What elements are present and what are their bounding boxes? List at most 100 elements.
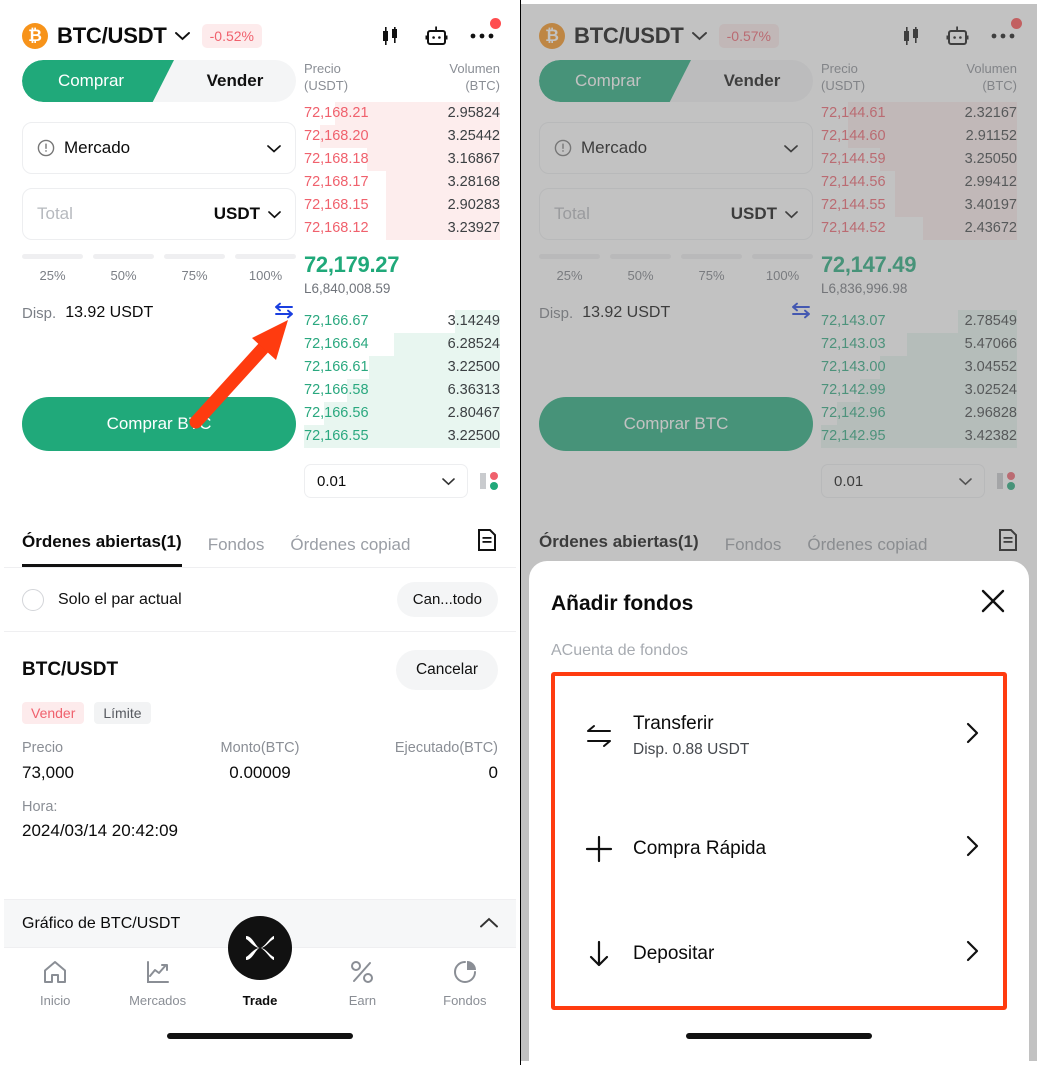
currency-select[interactable]: USDT xyxy=(731,204,798,224)
orderbook-row[interactable]: 72,166.61 3.22500 xyxy=(304,356,500,379)
cancel-order-button[interactable]: Cancelar xyxy=(395,650,498,690)
orderbook-row[interactable]: 72,166.64 6.28524 xyxy=(304,333,500,356)
percent-75[interactable]: 75% xyxy=(164,254,225,283)
tab-vender[interactable]: Vender xyxy=(691,60,813,102)
tab-vender[interactable]: Vender xyxy=(174,60,296,102)
bot-icon[interactable] xyxy=(945,24,969,48)
more-icon[interactable] xyxy=(470,18,501,48)
percent-50[interactable]: 50% xyxy=(610,254,671,283)
nav-trade[interactable]: Trade xyxy=(209,916,311,1008)
percent-50[interactable]: 50% xyxy=(93,254,154,283)
orderbook-row[interactable]: 72,143.07 2.78549 xyxy=(821,310,1017,333)
option-transferir[interactable]: Transferir Disp. 0.88 USDT xyxy=(565,707,993,765)
orderbook-row[interactable]: 72,144.61 2.32167 xyxy=(821,102,1017,125)
orderbook-bids: 72,143.07 2.78549 72,143.03 5.47066 72,143.0… xyxy=(821,310,1017,448)
nav-earn[interactable]: Earn xyxy=(311,958,413,1008)
tick-size-select[interactable]: 0.01 xyxy=(304,464,468,498)
orderbook-price: 72,144.55 xyxy=(821,197,886,213)
swap-icon[interactable] xyxy=(272,302,296,324)
order-type-select[interactable]: Mercado xyxy=(22,122,296,174)
percent-75[interactable]: 75% xyxy=(681,254,742,283)
percent-selector: 25% 50% 75% 100% xyxy=(539,254,813,283)
orderbook-row[interactable]: 72,144.60 2.91152 xyxy=(821,125,1017,148)
tab-comprar[interactable]: Comprar xyxy=(22,60,174,102)
percent-25[interactable]: 25% xyxy=(539,254,600,283)
total-input[interactable]: Total USDT xyxy=(22,188,296,240)
cancel-all-button[interactable]: Can...todo xyxy=(396,582,498,617)
chevron-right-icon xyxy=(965,940,979,968)
order-history-icon[interactable] xyxy=(476,528,498,567)
orderbook-row[interactable]: 72,166.56 2.80467 xyxy=(304,402,500,425)
percent-25[interactable]: 25% xyxy=(22,254,83,283)
orderbook-row[interactable]: 72,168.12 3.23927 xyxy=(304,217,500,240)
order-type-select[interactable]: Mercado xyxy=(539,122,813,174)
nav-inicio[interactable]: Inicio xyxy=(4,958,106,1008)
tick-size-select[interactable]: 0.01 xyxy=(821,464,985,498)
right-main-columns: Comprar Vender Mercado Total USDT 25% 50… xyxy=(521,60,1037,498)
orderbook-col-price: Precio (USDT) xyxy=(821,61,866,93)
orderbook-header: Precio (USDT) Volumen (BTC) xyxy=(304,60,500,94)
orderbook-row[interactable]: 72,166.58 6.36313 xyxy=(304,379,500,402)
total-input[interactable]: Total USDT xyxy=(539,188,813,240)
option-depositar[interactable]: Depositar xyxy=(565,933,993,975)
orderbook-row[interactable]: 72,144.55 3.40197 xyxy=(821,194,1017,217)
orderbook-row[interactable]: 72,168.20 3.25442 xyxy=(304,125,500,148)
bot-icon[interactable] xyxy=(424,24,448,48)
nav-label: Inicio xyxy=(40,993,71,1008)
depth-view-icon[interactable] xyxy=(480,470,500,492)
orderbook-row[interactable]: 72,144.56 2.99412 xyxy=(821,171,1017,194)
candlestick-icon[interactable] xyxy=(378,24,402,48)
buy-sell-segment: Comprar Vender xyxy=(539,60,813,102)
chevron-down-icon[interactable] xyxy=(691,28,707,45)
info-icon xyxy=(37,139,55,157)
candlestick-icon[interactable] xyxy=(899,24,923,48)
orderbook-volume: 2.78549 xyxy=(964,313,1017,329)
orderbook-volume: 2.99412 xyxy=(964,174,1017,190)
currency-select[interactable]: USDT xyxy=(214,204,281,224)
orderbook-price: 72,143.00 xyxy=(821,359,886,375)
swap-icon[interactable] xyxy=(789,302,813,324)
orderbook-row[interactable]: 72,166.55 3.22500 xyxy=(304,425,500,448)
tab-comprar[interactable]: Comprar xyxy=(539,60,691,102)
orderbook-row[interactable]: 72,166.67 3.14249 xyxy=(304,310,500,333)
tab-ordenes-copiadas[interactable]: Órdenes copiadas xyxy=(290,535,410,567)
percent-100[interactable]: 100% xyxy=(752,254,813,283)
orderbook-volume: 2.90283 xyxy=(447,197,500,213)
orderbook-volume: 3.25050 xyxy=(964,151,1017,167)
option-compra-rapida[interactable]: Compra Rápida xyxy=(565,828,993,870)
submit-buy-button[interactable]: Comprar BTC xyxy=(22,397,296,451)
info-icon xyxy=(554,139,572,157)
percent-bar xyxy=(93,254,154,259)
current-pair-radio[interactable] xyxy=(22,588,44,611)
depth-view-icon[interactable] xyxy=(997,470,1017,492)
orderbook-row[interactable]: 72,143.00 3.04552 xyxy=(821,356,1017,379)
percent-100[interactable]: 100% xyxy=(235,254,296,283)
orderbook-row[interactable]: 72,168.18 3.16867 xyxy=(304,148,500,171)
orderbook-row[interactable]: 72,144.52 2.43672 xyxy=(821,217,1017,240)
submit-buy-button[interactable]: Comprar BTC xyxy=(539,397,813,451)
close-icon[interactable] xyxy=(979,587,1007,620)
orderbook-row[interactable]: 72,142.99 3.02524 xyxy=(821,379,1017,402)
percent-label: 75% xyxy=(698,268,725,283)
notification-dot xyxy=(490,18,501,29)
orderbook-row[interactable]: 72,143.03 5.47066 xyxy=(821,333,1017,356)
orderbook-volume: 2.95824 xyxy=(447,105,500,121)
orderbook-row[interactable]: 72,168.21 2.95824 xyxy=(304,102,500,125)
chevron-right-icon xyxy=(965,835,979,863)
chevron-down-icon xyxy=(268,206,281,222)
more-icon[interactable] xyxy=(991,18,1022,48)
nav-mercados[interactable]: Mercados xyxy=(106,958,208,1008)
tab-fondos[interactable]: Fondos xyxy=(208,535,265,567)
chevron-down-icon[interactable] xyxy=(174,28,190,45)
orderbook-row[interactable]: 72,168.15 2.90283 xyxy=(304,194,500,217)
orderbook-footer: 0.01 xyxy=(304,464,500,498)
trade-icon[interactable] xyxy=(228,916,293,980)
orderbook-row[interactable]: 72,142.96 2.96828 xyxy=(821,402,1017,425)
notification-dot xyxy=(1011,18,1022,29)
chevron-up-icon[interactable] xyxy=(480,915,498,932)
tab-ordenes-abiertas[interactable]: Órdenes abiertas(1) xyxy=(22,532,182,567)
nav-fondos[interactable]: Fondos xyxy=(414,958,516,1008)
orderbook-row[interactable]: 72,144.59 3.25050 xyxy=(821,148,1017,171)
orderbook-row[interactable]: 72,142.95 3.42382 xyxy=(821,425,1017,448)
orderbook-row[interactable]: 72,168.17 3.28168 xyxy=(304,171,500,194)
